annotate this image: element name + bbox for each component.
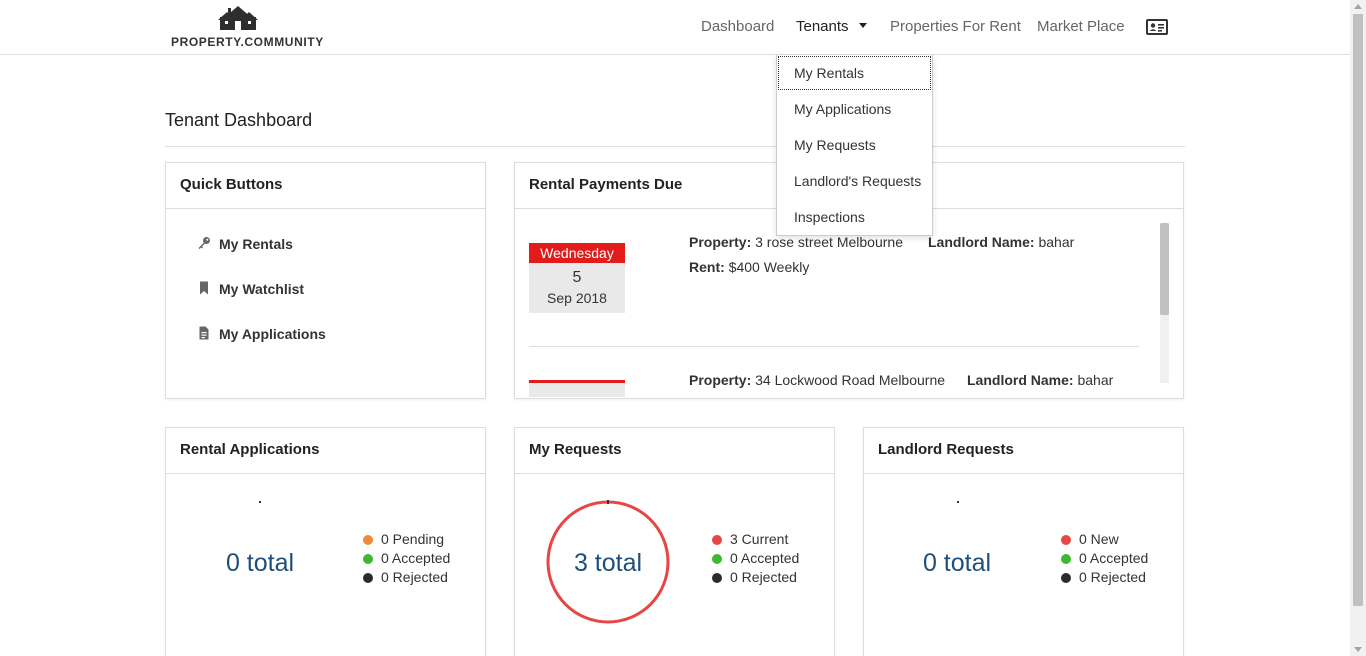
legend-label: 3 Current [730,531,789,547]
nav-properties-for-rent[interactable]: Properties For Rent [890,18,1021,35]
legend-label: 0 Accepted [730,550,800,566]
property-value: 34 Lockwood Road Melbourne [755,372,946,388]
legend-dot [712,573,722,583]
payment-landlord: Landlord Name: bahar [928,234,1074,250]
rent-value: $400 Weekly [728,259,810,275]
due-date-badge [529,380,625,397]
menu-item-my-applications[interactable]: My Applications [778,92,931,126]
legend-dot [363,554,373,564]
nav-dashboard[interactable]: Dashboard [701,18,774,35]
rental-applications-total: 0 total [225,549,295,577]
legend-label: 0 New [1079,531,1119,547]
landlord-value: bahar [1038,234,1075,250]
landlord-value: bahar [1077,372,1114,388]
ring-start-tick [607,500,609,504]
landlord-requests-card: Landlord Requests 0 total 0 New 0 Accept… [863,427,1184,656]
property-label: Property: [689,234,752,250]
property-value: 3 rose street Melbourne [755,234,903,250]
quick-my-rentals-label: My Rentals [219,236,293,252]
rental-applications-title: Rental Applications [166,428,485,474]
bookmark-icon [200,281,208,295]
key-icon [198,237,210,249]
quick-my-applications-label: My Applications [219,326,326,342]
payment-separator [529,346,1139,347]
quick-buttons-card: Quick Buttons My Rentals My Watchlist My… [165,162,486,399]
landlord-requests-total: 0 total [922,549,992,577]
legend-dot [363,573,373,583]
legend-label: 0 Rejected [730,569,797,585]
page-scrollbar[interactable] [1350,0,1366,656]
my-requests-title: My Requests [515,428,834,474]
nav-tenants-label: Tenants [796,18,849,35]
landlord-requests-title: Landlord Requests [864,428,1183,474]
property-label: Property: [689,372,752,388]
landlord-label: Landlord Name: [928,234,1035,250]
rent-label: Rent: [689,259,725,275]
house-logo-icon [218,6,258,30]
title-divider [165,146,1185,147]
legend-dot [1061,554,1071,564]
due-day-name-strip [529,380,625,383]
empty-chart-marker [957,501,959,503]
landlord-label: Landlord Name: [967,372,1074,388]
nav-tenants[interactable]: Tenants [796,18,867,35]
rental-applications-card: Rental Applications 0 total 0 Pending 0 … [165,427,486,656]
id-card-icon[interactable] [1146,19,1168,40]
payment-property: Property: 3 rose street Melbourne [689,234,903,250]
menu-item-inspections[interactable]: Inspections [778,200,931,234]
payment-property: Property: 34 Lockwood Road Melbourne [689,372,945,388]
due-date-badge: Wednesday 5 Sep 2018 [529,243,625,313]
site-logo[interactable]: PROPERTY.COMMUNITY [171,4,324,49]
tenants-dropdown-menu: My Rentals My Applications My Requests L… [776,55,933,236]
my-requests-total: 3 total [573,549,643,577]
payments-scrollbar-thumb[interactable] [1160,223,1169,315]
scroll-down-arrow-icon[interactable] [1354,647,1362,652]
due-month-year: Sep 2018 [547,290,607,306]
legend-dot [363,535,373,545]
legend-label: 0 Accepted [1079,550,1149,566]
scroll-up-arrow-icon[interactable] [1354,4,1362,9]
payment-landlord: Landlord Name: bahar [967,372,1113,388]
menu-item-landlords-requests[interactable]: Landlord's Requests [778,164,931,198]
empty-chart-marker [259,501,261,503]
legend-label: 0 Pending [381,531,445,547]
payments-list[interactable]: Wednesday 5 Sep 2018 Property: 3 rose st… [515,209,1183,397]
page-title: Tenant Dashboard [165,110,313,130]
top-navbar: PROPERTY.COMMUNITY Dashboard Tenants Pro… [0,0,1350,55]
legend-label: 0 Rejected [1079,569,1146,585]
logo-text: PROPERTY.COMMUNITY [171,35,324,49]
menu-item-my-rentals[interactable]: My Rentals [778,56,931,90]
document-icon [199,326,209,340]
legend-dot [1061,535,1071,545]
due-day-name: Wednesday [529,243,625,263]
legend-label: 0 Rejected [381,569,448,585]
payment-rent: Rent: $400 Weekly [689,259,809,275]
quick-buttons-title: Quick Buttons [166,163,485,209]
nav-market-place[interactable]: Market Place [1037,18,1125,35]
legend-label: 0 Accepted [381,550,451,566]
quick-my-watchlist-label: My Watchlist [219,281,305,297]
legend-dot [712,535,722,545]
due-day-number: 5 [572,269,582,286]
menu-item-my-requests[interactable]: My Requests [778,128,931,162]
my-requests-card: My Requests 3 total 3 Current 0 Accepted… [514,427,835,656]
legend-dot [712,554,722,564]
caret-down-icon [858,22,867,28]
page-scrollbar-thumb[interactable] [1353,14,1363,606]
payments-scrollbar[interactable] [1160,223,1169,383]
legend-dot [1061,573,1071,583]
